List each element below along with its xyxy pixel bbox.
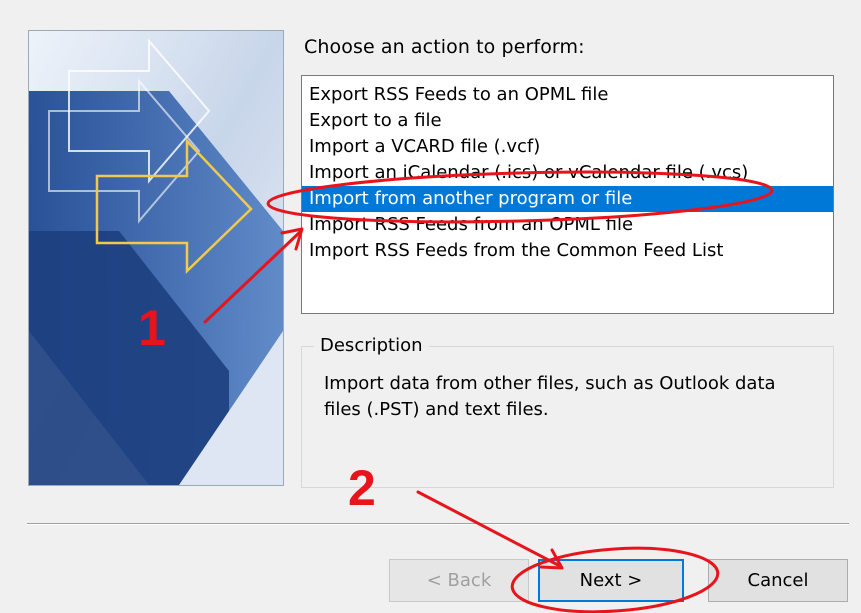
annotation-arrowhead-1 <box>280 227 304 251</box>
action-prompt-label: Choose an action to perform: <box>304 36 585 58</box>
action-item-import-icalendar[interactable]: Import an iCalendar (.ics) or vCalendar … <box>302 160 833 186</box>
cancel-button[interactable]: Cancel <box>708 559 848 602</box>
footer-separator <box>27 523 849 525</box>
action-item-import-from-program[interactable]: Import from another program or file <box>302 186 833 212</box>
action-item-import-rss-common-feed[interactable]: Import RSS Feeds from the Common Feed Li… <box>302 238 833 264</box>
annotation-arrow-2 <box>416 490 562 568</box>
action-item-export-rss-opml[interactable]: Export RSS Feeds to an OPML file <box>302 82 833 108</box>
description-group: Description Import data from other files… <box>301 335 834 488</box>
action-item-import-vcard[interactable]: Import a VCARD file (.vcf) <box>302 134 833 160</box>
action-listbox[interactable]: Export RSS Feeds to an OPML file Export … <box>301 75 834 314</box>
wizard-side-illustration <box>28 30 284 486</box>
action-item-import-rss-opml[interactable]: Import RSS Feeds from an OPML file <box>302 212 833 238</box>
description-legend: Description <box>314 335 429 356</box>
next-button[interactable]: Next > <box>538 559 684 602</box>
action-item-export-to-file[interactable]: Export to a file <box>302 108 833 134</box>
description-text: Import data from other files, such as Ou… <box>324 373 776 420</box>
back-button[interactable]: < Back <box>389 559 529 602</box>
